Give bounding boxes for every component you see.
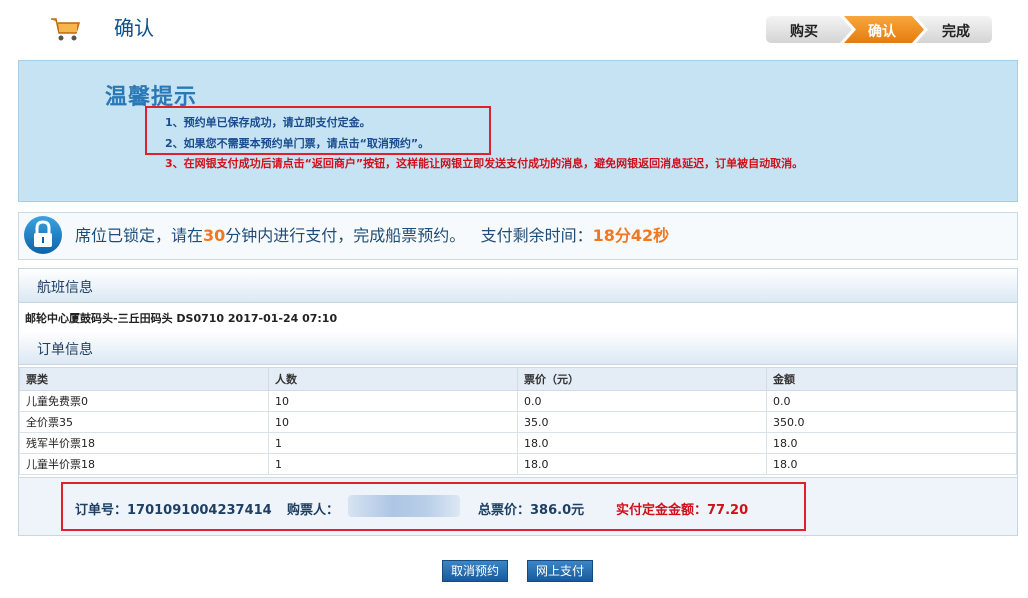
lock-message: 席位已锁定，请在30分钟内进行支付，完成船票预约。 支付剩余时间：18分42秒 <box>75 222 669 246</box>
tips-panel: 温馨提示 1、预约单已保存成功，请立即支付定金。 2、如果您不需要本预约单门票，… <box>18 60 1018 202</box>
highlight-box <box>145 106 491 155</box>
col-count: 人数 <box>268 367 518 391</box>
cell-price: 0.0 <box>517 390 767 412</box>
lock-text-post: 分钟内进行支付，完成船票预约。 <box>225 226 466 245</box>
flight-info-header: 航班信息 <box>19 269 1017 303</box>
cancel-reservation-button[interactable]: 取消预约 <box>442 560 509 582</box>
step-complete: 完成 <box>942 24 970 40</box>
cell-price: 18.0 <box>517 432 767 454</box>
step-confirm: 确认 <box>868 24 896 40</box>
cell-count: 1 <box>268 453 518 475</box>
order-table: 票类 人数 票价（元） 金额 儿童免费票0 10 0.0 0.0 全价票35 1… <box>19 367 1017 475</box>
lock-minutes: 30 <box>203 226 226 245</box>
shopping-cart-icon <box>51 18 81 41</box>
online-pay-button[interactable]: 网上支付 <box>527 560 594 582</box>
cell-count: 10 <box>268 390 518 412</box>
seat-lock-bar: 席位已锁定，请在30分钟内进行支付，完成船票预约。 支付剩余时间：18分42秒 <box>18 212 1018 260</box>
cell-price: 18.0 <box>517 453 767 475</box>
order-info-title: 订单信息 <box>37 342 93 358</box>
order-info-header: 订单信息 <box>19 331 1017 365</box>
summary-highlight-box <box>61 482 806 531</box>
route-detail: 邮轮中心厦鼓码头-三丘田码头 DS0710 2017-01-24 07:10 <box>25 312 338 325</box>
cell-type: 儿童免费票0 <box>19 390 269 412</box>
cell-type: 残军半价票18 <box>19 432 269 454</box>
table-row: 残军半价票18 1 18.0 18.0 <box>19 432 1017 454</box>
cell-type: 全价票35 <box>19 411 269 433</box>
step-buy: 购买 <box>790 24 818 40</box>
flight-info-title: 航班信息 <box>37 280 93 296</box>
cell-count: 10 <box>268 411 518 433</box>
page-title: 确认 <box>114 16 154 40</box>
table-row: 儿童半价票18 1 18.0 18.0 <box>19 453 1017 475</box>
cell-amount: 18.0 <box>766 432 1017 454</box>
tip-item-3: 3、在网银支付成功后请点击“返回商户”按钮，这样能让网银立即发送支付成功的消息，… <box>165 157 804 170</box>
table-header-row: 票类 人数 票价（元） 金额 <box>19 367 1017 391</box>
cell-amount: 18.0 <box>766 453 1017 475</box>
lock-icon <box>24 216 62 254</box>
progress-steps: 购买 确认 完成 <box>766 16 992 43</box>
cell-amount: 0.0 <box>766 390 1017 412</box>
remain-label: 支付剩余时间： <box>480 226 593 245</box>
cell-price: 35.0 <box>517 411 767 433</box>
cell-count: 1 <box>268 432 518 454</box>
col-ticket-type: 票类 <box>19 367 269 391</box>
col-price: 票价（元） <box>517 367 767 391</box>
lock-text-pre: 席位已锁定，请在 <box>75 226 204 245</box>
col-amount: 金额 <box>766 367 1017 391</box>
table-row: 儿童免费票0 10 0.0 0.0 <box>19 390 1017 412</box>
cell-amount: 350.0 <box>766 411 1017 433</box>
order-summary: 订单号：1701091004237414 购票人： 总票价：386.0元 实付定… <box>19 477 1017 535</box>
booking-info-panel: 航班信息 邮轮中心厦鼓码头-三丘田码头 DS0710 2017-01-24 07… <box>18 268 1018 536</box>
table-row: 全价票35 10 35.0 350.0 <box>19 411 1017 433</box>
remain-time: 18分42秒 <box>592 226 670 245</box>
page-header: 确认 购买 确认 完成 <box>0 0 1028 56</box>
cell-type: 儿童半价票18 <box>19 453 269 475</box>
